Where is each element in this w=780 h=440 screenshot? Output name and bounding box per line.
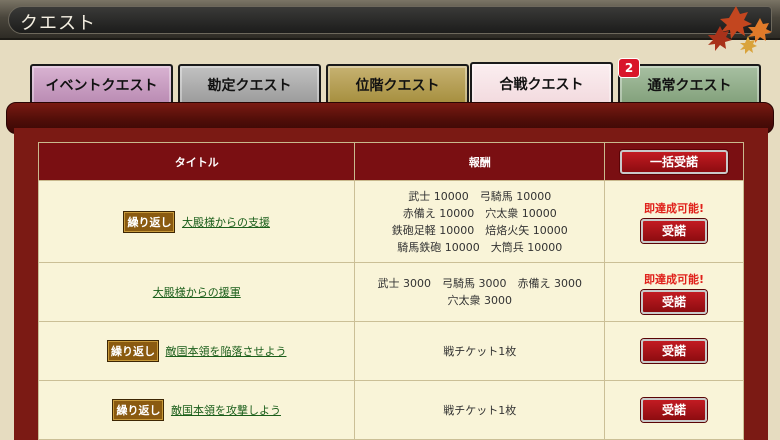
tab-rank-quest[interactable]: 位階クエスト <box>326 64 469 104</box>
reward-cell: 武士 3000 弓騎馬 3000 赤備え 3000 穴太衆 3000 <box>354 262 606 322</box>
table-row: 大殿様からの援軍 武士 3000 弓騎馬 3000 赤備え 3000 穴太衆 3… <box>37 262 744 322</box>
reward-line: 鉄砲足軽 10000 焙烙火矢 10000 <box>391 223 568 237</box>
bulk-accept-button[interactable]: 一括受諾 <box>620 149 729 174</box>
tab-event-quest[interactable]: イベントクエスト <box>30 64 173 104</box>
page-header: クエスト <box>0 0 780 54</box>
accept-button[interactable]: 受諾 <box>641 339 708 363</box>
tab-kanjo-quest[interactable]: 勘定クエスト <box>178 64 321 104</box>
reward-line: 騎馬鉄砲 10000 大筒兵 10000 <box>397 240 563 254</box>
quest-title-cell: 繰り返し 敵国本領を攻撃しよう <box>37 380 356 440</box>
accept-button[interactable]: 受諾 <box>641 219 708 243</box>
maple-leaves-decoration <box>708 6 772 54</box>
ready-status: 即達成可能! <box>644 202 705 215</box>
repeat-badge: 繰り返し <box>112 399 165 421</box>
quest-title-link[interactable]: 敵国本領を陥落させよう <box>165 345 286 358</box>
accept-button[interactable]: 受諾 <box>641 289 708 314</box>
table-row: 繰り返し 敵国本領を陥落させよう 戦チケット1枚 受諾 <box>37 321 744 381</box>
ready-status: 即達成可能! <box>644 272 705 286</box>
repeat-badge: 繰り返し <box>123 210 176 233</box>
quest-title-cell: 大殿様からの援軍 <box>37 262 356 322</box>
action-cell: 即達成可能! 受諾 <box>604 180 744 263</box>
tab-battle-quest[interactable]: 合戦クエスト <box>470 62 613 104</box>
quest-title-link[interactable]: 敵国本領を攻撃しよう <box>171 404 281 417</box>
action-cell: 受諾 <box>604 321 744 381</box>
battle-quest-count-badge: 2 <box>618 58 640 78</box>
header-strip <box>8 6 772 34</box>
quest-title-link[interactable]: 大殿様からの支援 <box>182 216 270 229</box>
action-cell: 受諾 <box>604 380 744 440</box>
quest-table: タイトル 報酬 一括受諾 繰り返し 大殿様からの支援 武士 10000 弓騎馬 … <box>37 142 744 440</box>
accept-button[interactable]: 受諾 <box>641 398 708 422</box>
table-row: 繰り返し 敵国本領を攻撃しよう 戦チケット1枚 受諾 <box>37 380 744 440</box>
reward-line: 武士 10000 弓騎馬 10000 <box>408 189 552 203</box>
quest-title-link[interactable]: 大殿様からの援軍 <box>153 286 241 299</box>
quest-title-cell: 繰り返し 敵国本領を陥落させよう <box>37 321 356 381</box>
reward-line: 武士 3000 弓騎馬 3000 赤備え 3000 <box>377 277 582 290</box>
quest-title-cell: 繰り返し 大殿様からの支援 <box>37 180 356 263</box>
page-title: クエスト <box>20 13 96 34</box>
reward-line: 戦チケット1枚 <box>443 403 517 417</box>
action-column-header: 一括受諾 <box>604 142 744 181</box>
reward-column-header: 報酬 <box>354 142 606 181</box>
repeat-badge: 繰り返し <box>106 340 159 362</box>
title-column-header: タイトル <box>37 142 356 181</box>
table-row: 繰り返し 大殿様からの支援 武士 10000 弓騎馬 10000 赤備え 100… <box>37 180 744 263</box>
reward-line: 戦チケット1枚 <box>443 344 517 358</box>
table-header-row: タイトル 報酬 一括受諾 <box>37 142 744 181</box>
reward-line: 赤備え 10000 穴太衆 10000 <box>402 206 557 220</box>
reward-cell: 戦チケット1枚 <box>354 380 606 440</box>
action-cell: 即達成可能! 受諾 <box>604 262 744 322</box>
quest-tabs: イベントクエスト 勘定クエスト 位階クエスト 合戦クエスト 通常クエスト 2 <box>30 58 761 104</box>
reward-line: 穴太衆 3000 <box>447 294 512 307</box>
reward-cell: 武士 10000 弓騎馬 10000 赤備え 10000 穴太衆 10000 鉄… <box>354 180 606 263</box>
reward-cell: 戦チケット1枚 <box>354 321 606 381</box>
